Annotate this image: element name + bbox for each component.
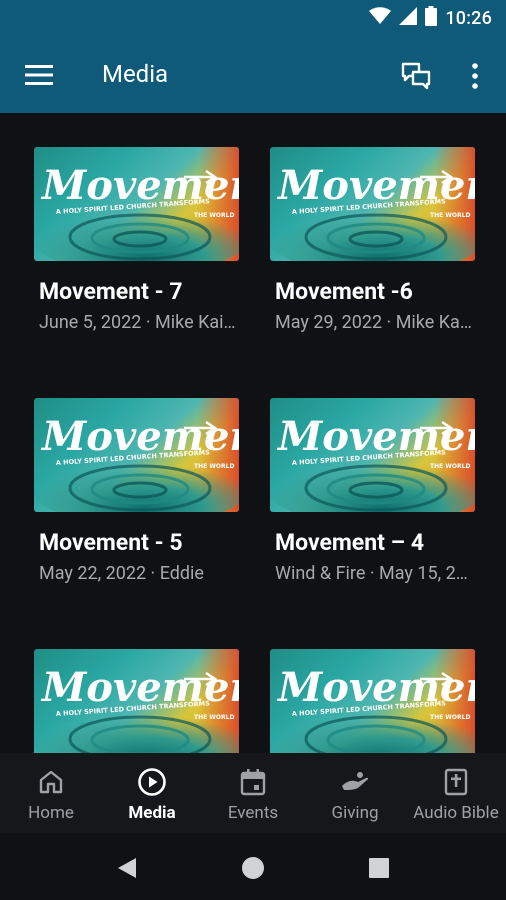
status-time: 10:26 xyxy=(445,7,492,29)
media-subtitle: May 22, 2022 · Eddie xyxy=(39,563,204,584)
nav-item-audio-bible[interactable]: Audio Bible xyxy=(406,753,506,833)
home-icon xyxy=(36,767,66,797)
chat-icon[interactable] xyxy=(397,57,435,95)
nav-label: Media xyxy=(128,803,176,823)
media-thumbnail[interactable]: Movement A HOLY SPIRIT LED CHURCH TRANSF… xyxy=(270,398,475,512)
play-circle-icon xyxy=(137,767,167,797)
media-card[interactable]: Movement A HOLY SPIRIT LED CHURCH TRANSF… xyxy=(34,398,240,608)
media-thumbnail[interactable]: Movement A HOLY SPIRIT LED CHURCH TRANSF… xyxy=(34,649,239,753)
page-title: Media xyxy=(102,60,169,88)
media-card[interactable]: Movement A HOLY SPIRIT LED CHURCH TRANSF… xyxy=(270,649,476,753)
media-thumbnail[interactable]: Movement A HOLY SPIRIT LED CHURCH TRANSF… xyxy=(270,147,475,261)
system-navigation xyxy=(0,833,506,900)
wifi-icon xyxy=(369,7,392,29)
media-subtitle: Wind & Fire · May 15, 2022 xyxy=(275,563,475,584)
media-title: Movement - 5 xyxy=(39,529,183,556)
media-title: Movement -6 xyxy=(275,278,413,305)
media-subtitle: May 29, 2022 · Mike Kaiser xyxy=(275,312,475,333)
nav-label: Giving xyxy=(331,803,379,823)
bible-icon xyxy=(441,767,471,797)
media-title: Movement - 7 xyxy=(39,278,183,305)
giving-hand-icon xyxy=(340,767,370,797)
nav-label: Events xyxy=(227,803,279,823)
bottom-navigation: Home Media Events Giving Audio Bible xyxy=(0,753,506,833)
signal-icon xyxy=(399,7,418,29)
media-card[interactable]: Movement A HOLY SPIRIT LED CHURCH TRANSF… xyxy=(270,147,476,357)
battery-icon xyxy=(425,6,438,30)
back-icon[interactable] xyxy=(112,853,142,883)
more-vert-icon[interactable] xyxy=(460,57,490,95)
svg-text:THE WORLD: THE WORLD xyxy=(194,714,234,721)
nav-item-home[interactable]: Home xyxy=(1,753,101,833)
media-card[interactable]: Movement A HOLY SPIRIT LED CHURCH TRANSF… xyxy=(270,398,476,608)
home-circle-icon[interactable] xyxy=(238,853,268,883)
media-card[interactable]: Movement A HOLY SPIRIT LED CHURCH TRANSF… xyxy=(34,147,240,357)
app-bar: Media xyxy=(0,36,506,113)
media-thumbnail[interactable]: Movement A HOLY SPIRIT LED CHURCH TRANSF… xyxy=(34,147,239,261)
media-grid: Movement A HOLY SPIRIT LED CHURCH TRANSF… xyxy=(0,113,506,753)
nav-item-media[interactable]: Media xyxy=(102,753,202,833)
svg-text:THE WORLD: THE WORLD xyxy=(194,463,234,470)
status-bar: 10:26 xyxy=(0,0,506,36)
nav-label: Audio Bible xyxy=(413,803,499,823)
recents-icon[interactable] xyxy=(364,853,394,883)
media-card[interactable]: Movement A HOLY SPIRIT LED CHURCH TRANSF… xyxy=(34,649,240,753)
nav-label: Home xyxy=(28,803,74,823)
menu-icon[interactable] xyxy=(22,58,56,92)
svg-text:THE WORLD: THE WORLD xyxy=(430,714,470,721)
svg-text:THE WORLD: THE WORLD xyxy=(430,463,470,470)
media-thumbnail[interactable]: Movement A HOLY SPIRIT LED CHURCH TRANSF… xyxy=(270,649,475,753)
media-title: Movement – 4 xyxy=(275,529,425,556)
media-subtitle: June 5, 2022 · Mike Kaiser xyxy=(39,312,239,333)
nav-item-giving[interactable]: Giving xyxy=(305,753,405,833)
nav-item-events[interactable]: Events xyxy=(203,753,303,833)
svg-text:THE WORLD: THE WORLD xyxy=(194,212,234,219)
media-thumbnail[interactable]: Movement A HOLY SPIRIT LED CHURCH TRANSF… xyxy=(34,398,239,512)
calendar-icon xyxy=(238,767,268,797)
svg-text:THE WORLD: THE WORLD xyxy=(430,212,470,219)
